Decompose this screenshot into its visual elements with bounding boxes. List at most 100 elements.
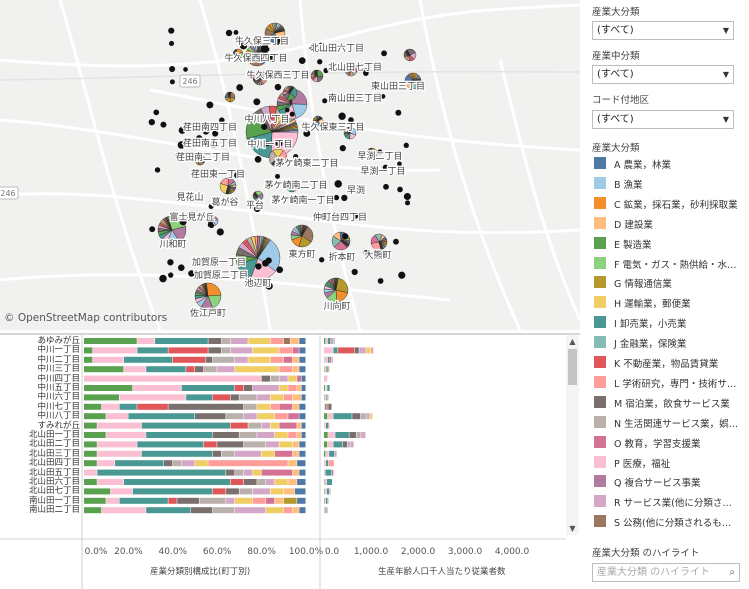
bar-segment[interactable] [84, 469, 97, 476]
bar-segment[interactable] [243, 479, 257, 485]
bar-segment[interactable] [299, 347, 306, 354]
bar-segment[interactable] [203, 366, 217, 373]
bar-segment[interactable] [279, 347, 293, 354]
map-pie-marker[interactable] [310, 69, 324, 83]
scroll-thumb[interactable] [568, 349, 577, 385]
bar-segment[interactable] [329, 366, 330, 373]
bar-segment[interactable] [274, 432, 288, 438]
map-small-marker[interactable] [377, 278, 384, 284]
bar-segment[interactable] [366, 347, 371, 354]
map-small-marker[interactable] [149, 226, 156, 233]
bar-segment[interactable] [84, 366, 124, 373]
bar-segment[interactable] [97, 422, 142, 429]
composition-bar-row[interactable] [84, 469, 306, 476]
bar-segment[interactable] [257, 432, 275, 438]
bar-segment[interactable] [141, 422, 231, 429]
bar-segment[interactable] [257, 413, 275, 420]
map-small-marker[interactable] [393, 238, 399, 245]
employee-bar-row[interactable] [324, 338, 335, 344]
bar-segment[interactable] [324, 403, 325, 410]
bar-segment[interactable] [234, 385, 244, 391]
bar-segment[interactable] [324, 460, 326, 467]
bar-segment[interactable] [274, 479, 288, 485]
bar-segment[interactable] [243, 385, 253, 391]
bar-segment[interactable] [326, 366, 328, 373]
map-small-marker[interactable] [395, 109, 402, 116]
bar-segment[interactable] [274, 413, 288, 420]
bar-segment[interactable] [106, 413, 128, 420]
map-small-marker[interactable] [276, 266, 284, 274]
composition-bar-row[interactable] [84, 507, 306, 514]
bar-segment[interactable] [324, 479, 325, 485]
bar-segment[interactable] [97, 460, 115, 467]
map-pie-marker[interactable] [323, 277, 349, 303]
bar-segment[interactable] [324, 497, 326, 504]
bar-segment[interactable] [230, 479, 244, 485]
composition-bar-row[interactable] [84, 441, 306, 448]
bar-segment[interactable] [146, 432, 213, 438]
bar-segment[interactable] [283, 507, 293, 514]
bar-segment[interactable] [206, 356, 213, 363]
bar-segment[interactable] [84, 422, 97, 429]
bar-segment[interactable] [327, 497, 329, 504]
bar-segment[interactable] [356, 432, 361, 438]
bar-segment[interactable] [326, 394, 328, 401]
bar-segment[interactable] [327, 441, 333, 448]
bar-segment[interactable] [217, 366, 235, 373]
legend-item[interactable]: L 学術研究，専門・技術サ… [592, 375, 749, 390]
bar-segment[interactable] [279, 385, 288, 391]
bar-segment[interactable] [297, 497, 306, 504]
map-small-marker[interactable] [159, 274, 167, 283]
bar-segment[interactable] [257, 403, 270, 410]
bar-segment[interactable] [84, 441, 97, 448]
bar-segment[interactable] [230, 394, 239, 401]
bar-segment[interactable] [252, 385, 279, 391]
legend-item[interactable]: E 製造業 [592, 236, 749, 251]
bar-segment[interactable] [101, 403, 120, 410]
map-small-marker[interactable] [148, 118, 155, 126]
bar-segment[interactable] [261, 450, 275, 457]
legend-item[interactable]: J 金融業，保険業 [592, 335, 749, 350]
bar-segment[interactable] [266, 479, 275, 485]
map-small-marker[interactable] [168, 272, 174, 278]
bar-segment[interactable] [325, 450, 329, 457]
bar-segment[interactable] [279, 366, 293, 373]
bar-segment[interactable] [106, 497, 120, 504]
employee-bar-row[interactable] [324, 385, 330, 391]
bar-segment[interactable] [230, 338, 248, 344]
bar-segment[interactable] [327, 338, 331, 344]
bar-segment[interactable] [84, 403, 102, 410]
map-small-marker[interactable] [298, 57, 306, 64]
bar-segment[interactable] [181, 460, 195, 467]
map-small-marker[interactable] [206, 101, 214, 109]
bar-segment[interactable] [327, 385, 330, 391]
bar-segment[interactable] [195, 413, 226, 420]
map-small-marker[interactable] [153, 109, 160, 116]
bar-segment[interactable] [338, 347, 355, 354]
bar-segment[interactable] [324, 469, 325, 476]
bar-segment[interactable] [84, 460, 97, 467]
bar-segment[interactable] [326, 507, 328, 514]
bar-segment[interactable] [332, 338, 334, 344]
bar-segment[interactable] [324, 403, 326, 410]
bar-segment[interactable] [299, 403, 306, 410]
map-small-marker[interactable] [216, 228, 224, 236]
bar-segment[interactable] [239, 432, 257, 438]
bar-segment[interactable] [239, 488, 253, 495]
bar-segment[interactable] [261, 375, 270, 382]
employee-bar-row[interactable] [324, 413, 373, 420]
map-small-marker[interactable] [274, 83, 282, 91]
bar-segment[interactable] [326, 488, 330, 495]
bar-segment[interactable] [279, 375, 288, 382]
legend-item[interactable]: I 卸売業，小売業 [592, 315, 749, 330]
map-small-marker[interactable] [383, 183, 389, 190]
bar-segment[interactable] [330, 356, 332, 363]
bar-segment[interactable] [248, 422, 262, 429]
legend-item[interactable]: M 宿泊業，飲食サービス業 [592, 395, 749, 410]
bar-segment[interactable] [292, 366, 299, 373]
bar-segment[interactable] [330, 338, 332, 344]
bar-segment[interactable] [226, 488, 239, 495]
employee-bar-row[interactable] [324, 479, 332, 485]
bar-segment[interactable] [350, 441, 354, 448]
bar-segment[interactable] [123, 479, 231, 485]
